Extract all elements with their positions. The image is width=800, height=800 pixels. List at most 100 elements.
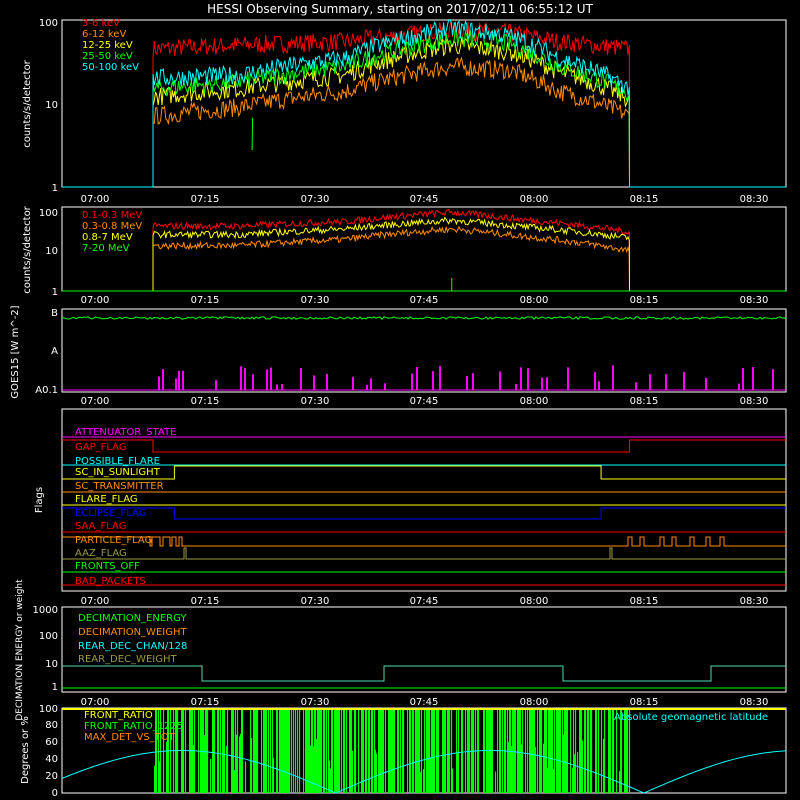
front-ratio-bar [391, 708, 393, 793]
front-ratio-bar [437, 708, 439, 793]
legend-0.8-7mev: 0.8-7 MeV [82, 232, 133, 243]
front-ratio-bar [338, 708, 340, 793]
front-ratio-bar [468, 708, 470, 793]
front-ratio-bar [465, 708, 467, 793]
front-ratio-bar [556, 708, 558, 793]
front-ratio-bar [341, 708, 343, 793]
front-ratio-bar [573, 708, 575, 793]
front-ratio-bar [430, 757, 432, 793]
front-ratio-bar [378, 708, 380, 793]
front-ratio-bar [473, 708, 475, 793]
front-ratio-bar [443, 708, 445, 793]
front-ratio-bar [427, 708, 429, 793]
front-ratio-bar [563, 734, 565, 793]
front-ratio-bar [315, 708, 317, 793]
front-ratio-bar [442, 708, 444, 793]
x-axis-labels-p2: 07:00 07:15 07:30 07:45 08:00 08:15 08:3… [81, 295, 769, 306]
front-ratio-bar [236, 734, 238, 793]
front-ratio-bar [457, 751, 459, 793]
decimation-weight-line [62, 665, 786, 682]
front-ratio-bar [295, 708, 297, 793]
front-ratio-bar [596, 708, 598, 793]
front-ratio-bar [309, 708, 311, 793]
front-ratio-bar [287, 708, 289, 793]
panel-gamma-ytick-100: 100 [39, 208, 58, 219]
x-tick-0745-p3: 07:45 [410, 396, 439, 407]
front-ratio-bar [240, 733, 242, 793]
front-ratio-bar [603, 738, 605, 793]
panel-ratios-ytick-0: 0 [52, 788, 58, 799]
front-ratio-bar [232, 708, 234, 793]
legend-7-20mev: 7-20 MeV [82, 243, 130, 254]
front-ratio-bar [461, 708, 463, 793]
goes-spike [175, 378, 177, 390]
x-tick-0815-p1: 08:15 [630, 194, 659, 205]
front-ratio-bar [574, 754, 576, 793]
front-ratio-bar [567, 708, 569, 793]
goes-spike [300, 368, 302, 390]
front-ratio-bar [445, 708, 447, 793]
front-ratio-bar [210, 759, 212, 793]
front-ratio-bar [280, 708, 282, 793]
legend-front-ratio-1225: FRONT_RATIO_1225 [84, 721, 183, 732]
panel-hxr-ylabel: counts/s/detector [22, 59, 33, 147]
front-ratio-bar [233, 708, 235, 793]
panel-decimation: DECIMATION ENERGY or weight 1 10 100 100… [15, 579, 787, 721]
front-ratio-bar [444, 708, 446, 793]
front-ratio-bar [608, 708, 610, 793]
front-ratio-bar [579, 708, 581, 793]
front-ratio-bar [495, 771, 497, 793]
goes-spike [772, 369, 774, 390]
front-ratio-bar [520, 708, 522, 793]
front-ratio-bar [205, 708, 207, 793]
flag-line-8 [62, 536, 786, 547]
front-ratio-bar [544, 708, 546, 793]
front-ratio-bar [349, 708, 351, 793]
goes-spike [240, 366, 242, 390]
front-ratio-bar [533, 708, 535, 793]
front-ratio-bar [527, 708, 529, 793]
front-ratio-bar [390, 708, 392, 793]
x-tick-0745-p2: 07:45 [410, 295, 439, 306]
x-tick-0800-p2: 08:00 [520, 295, 549, 306]
front-ratio-bar [329, 760, 331, 793]
front-ratio-bar [312, 708, 314, 793]
flag-label-fronts-off: FRONTS_OFF [75, 561, 140, 572]
goes-spike [270, 367, 272, 390]
front-ratio-bar [420, 772, 422, 793]
front-ratio-bar [289, 708, 291, 793]
front-ratio-bar [510, 708, 512, 793]
front-ratio-bar [222, 708, 224, 793]
x-tick-0815-p4: 08:15 [630, 596, 659, 607]
x-tick-0745-p1: 07:45 [410, 194, 439, 205]
x-tick-0715-p5: 07:15 [191, 697, 220, 708]
goes-spike [366, 384, 368, 390]
front-ratio-bar [587, 708, 589, 793]
front-ratio-bar [551, 708, 553, 793]
front-ratio-bar [522, 708, 524, 793]
front-ratio-bar [227, 708, 229, 793]
panel-ratios-ytick-40: 40 [45, 754, 58, 765]
front-ratio-bar [610, 708, 612, 793]
goes-spike [635, 382, 637, 390]
front-ratio-bar [548, 708, 550, 793]
goes-spike [665, 374, 667, 390]
front-ratio-bar [375, 749, 377, 793]
front-ratio-bar [514, 708, 516, 793]
front-ratio-bar [265, 708, 267, 793]
front-ratio-bar [237, 708, 239, 793]
front-ratio-bar [570, 708, 572, 793]
front-ratio-bar [245, 761, 247, 793]
x-tick-0800-p3: 08:00 [520, 396, 549, 407]
front-ratio-bar [256, 708, 258, 793]
front-ratio-bar [226, 745, 228, 793]
flag-label-aaz-flag: AAZ_FLAG [75, 548, 127, 559]
front-ratio-bar [604, 708, 606, 793]
front-ratio-bar [560, 708, 562, 793]
flag-label-sc-in-sunlight: SC_IN_SUNLIGHT [75, 467, 161, 478]
front-ratio-bar [519, 708, 521, 793]
goes-spike [752, 367, 754, 390]
front-ratio-bar [428, 708, 430, 793]
front-ratio-bar [601, 708, 603, 793]
front-ratio-bar [449, 708, 451, 793]
